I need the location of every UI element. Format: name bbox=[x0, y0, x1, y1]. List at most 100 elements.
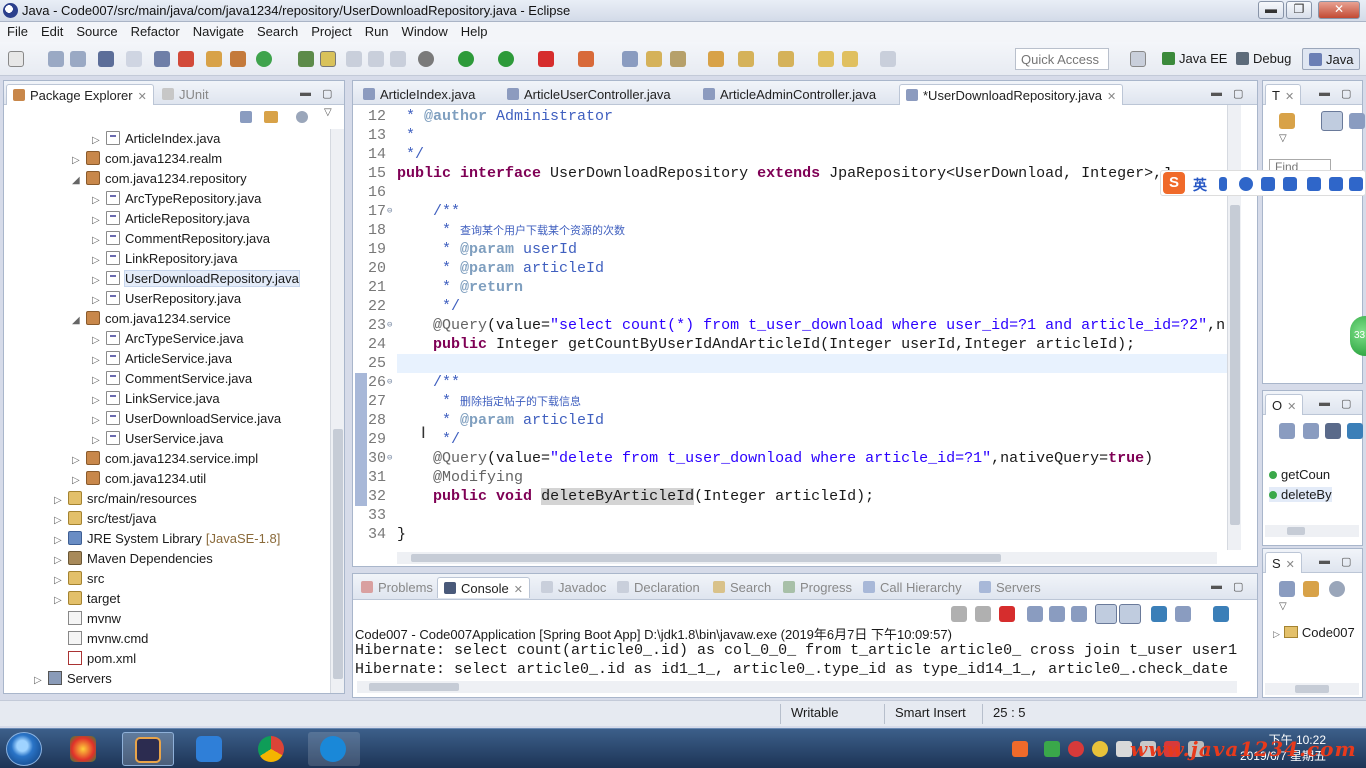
tray-icon-3[interactable] bbox=[1068, 741, 1084, 757]
expand-arrow-icon[interactable]: ▷ bbox=[54, 531, 68, 551]
view-dropdown-icon[interactable]: ▽ bbox=[324, 107, 332, 118]
web-browser-icon[interactable] bbox=[178, 51, 194, 67]
tab-problems[interactable]: Problems bbox=[355, 577, 439, 598]
hide-nonpublic-icon[interactable] bbox=[1347, 423, 1363, 439]
tab-declaration[interactable]: Declaration bbox=[611, 577, 706, 598]
outline-item[interactable]: deleteBy bbox=[1269, 487, 1332, 502]
tray-icon-4[interactable] bbox=[1092, 741, 1108, 757]
expand-arrow-icon[interactable]: ▷ bbox=[92, 231, 106, 251]
tree-item[interactable]: ▷ com.java1234.util bbox=[72, 469, 206, 489]
expand-arrow-icon[interactable]: ▷ bbox=[72, 151, 86, 171]
expand-arrow-icon[interactable]: ▷ bbox=[92, 131, 106, 151]
tab-javadoc[interactable]: Javadoc bbox=[535, 577, 612, 598]
skip-breakpoints-icon[interactable] bbox=[126, 51, 142, 67]
new-task-icon[interactable] bbox=[1279, 113, 1295, 129]
expand-arrow-icon[interactable]: ▷ bbox=[54, 551, 68, 571]
tree-item[interactable]: ▷ com.java1234.realm bbox=[72, 149, 222, 169]
tree-item[interactable]: ▷ target bbox=[54, 589, 120, 609]
sort-icon[interactable] bbox=[1325, 423, 1341, 439]
security-tray-icon[interactable] bbox=[1044, 741, 1060, 757]
close-button[interactable]: ✕ bbox=[1318, 1, 1360, 19]
scroll-lock-icon[interactable] bbox=[1049, 606, 1065, 622]
tree-item[interactable]: ▷ UserDownloadRepository.java bbox=[92, 269, 300, 291]
perspective-java-ee[interactable]: Java EE bbox=[1156, 48, 1233, 70]
settings-gear-icon[interactable] bbox=[418, 51, 434, 67]
microphone-icon[interactable] bbox=[1261, 177, 1275, 191]
tree-item[interactable]: ▷ ArticleService.java bbox=[92, 349, 232, 369]
open-perspective-icon[interactable] bbox=[1130, 51, 1146, 67]
servers-tree-item[interactable]: ▷ Code007 bbox=[1273, 625, 1355, 640]
close-tab-icon[interactable]: ✕ bbox=[1287, 401, 1296, 413]
tree-item[interactable]: ▷ ArcTypeRepository.java bbox=[92, 189, 261, 209]
expand-arrow-icon[interactable]: ◢ bbox=[72, 311, 86, 331]
prev-annotation-icon[interactable] bbox=[778, 51, 794, 67]
view-menu-icon[interactable] bbox=[1329, 581, 1345, 597]
expand-arrow-icon[interactable]: ▷ bbox=[92, 251, 106, 271]
tree-item[interactable]: ▷ CommentRepository.java bbox=[92, 229, 270, 249]
taskbar-chrome[interactable] bbox=[246, 732, 298, 766]
tab-junit[interactable]: JUnit bbox=[156, 84, 215, 105]
outline-hscroll-thumb[interactable] bbox=[1287, 527, 1305, 535]
open-console-icon[interactable] bbox=[1213, 606, 1229, 622]
back-icon[interactable] bbox=[842, 51, 858, 67]
emoji-icon[interactable] bbox=[1239, 177, 1253, 191]
last-edit-icon[interactable] bbox=[818, 51, 834, 67]
tab-console[interactable]: Console ✕ bbox=[437, 577, 530, 598]
minimize-view-icon[interactable]: ▬ bbox=[1319, 397, 1330, 409]
paragraph-icon[interactable] bbox=[390, 51, 406, 67]
tree-item[interactable]: ▷ Servers bbox=[34, 669, 112, 689]
fold-toggle-icon[interactable]: ⊖ bbox=[387, 373, 392, 392]
expand-arrow-icon[interactable]: ▷ bbox=[92, 411, 106, 431]
expand-arrow-icon[interactable]: ▷ bbox=[1273, 629, 1280, 639]
servers-hscroll[interactable] bbox=[1265, 683, 1359, 695]
jar-icon[interactable] bbox=[230, 51, 246, 67]
quick-access-input[interactable] bbox=[1015, 48, 1109, 70]
tree-item[interactable]: ▷ LinkService.java bbox=[92, 389, 220, 409]
tab-article-user-controller[interactable]: ArticleUserController.java bbox=[501, 84, 677, 105]
tree-item[interactable]: ◢ com.java1234.repository bbox=[72, 169, 247, 189]
expand-arrow-icon[interactable]: ▷ bbox=[92, 331, 106, 351]
tab-servers-right[interactable]: S ✕ bbox=[1265, 552, 1302, 573]
minimize-editor-icon[interactable]: ▬ bbox=[1211, 87, 1222, 99]
maximize-view-icon[interactable]: ▢ bbox=[322, 87, 332, 100]
link-editor-icon[interactable] bbox=[264, 111, 278, 123]
tree-item[interactable]: ▷ UserRepository.java bbox=[92, 289, 241, 309]
tree-item[interactable]: ▷ src/test/java bbox=[54, 509, 156, 529]
run-icon[interactable] bbox=[458, 51, 474, 67]
editor-hscroll-thumb[interactable] bbox=[411, 554, 1001, 562]
tab-servers[interactable]: Servers bbox=[973, 577, 1047, 598]
toggle-view-icon[interactable] bbox=[154, 51, 170, 67]
stop-icon[interactable] bbox=[538, 51, 554, 67]
perspective-debug[interactable]: Debug bbox=[1230, 48, 1297, 70]
tree-item[interactable]: ▷ JRE System Library [JavaSE-1.8] bbox=[54, 529, 280, 549]
menu-refactor[interactable]: Refactor bbox=[124, 22, 186, 39]
fold-toggle-icon[interactable]: ⊖ bbox=[387, 202, 392, 221]
status-insert-mode[interactable]: Smart Insert bbox=[895, 705, 966, 720]
user-icon[interactable] bbox=[1307, 177, 1321, 191]
expand-arrow-icon[interactable]: ▷ bbox=[34, 671, 48, 691]
word-wrap-icon[interactable] bbox=[1071, 606, 1087, 622]
close-tab-icon[interactable]: ✕ bbox=[1285, 91, 1294, 103]
editor-vscroll-thumb[interactable] bbox=[1230, 205, 1240, 525]
tree-item[interactable]: ▷ com.java1234.service.impl bbox=[72, 449, 258, 469]
open-type-icon[interactable] bbox=[622, 51, 638, 67]
minimize-console-icon[interactable]: ▬ bbox=[1211, 580, 1222, 592]
collapse-icon[interactable] bbox=[1349, 113, 1365, 129]
view-dropdown-icon[interactable]: ▽ bbox=[1279, 133, 1287, 144]
servers-hscroll-thumb[interactable] bbox=[1295, 685, 1329, 693]
taskbar-app-5[interactable] bbox=[308, 732, 360, 766]
tree-item[interactable]: ▷ ArticleRepository.java bbox=[92, 209, 250, 229]
close-tab-icon[interactable]: ✕ bbox=[138, 91, 147, 103]
expand-arrow-icon[interactable]: ▷ bbox=[72, 471, 86, 491]
tree-item[interactable]: ▷ Maven Dependencies bbox=[54, 549, 213, 569]
expand-arrow-icon[interactable]: ▷ bbox=[54, 571, 68, 591]
expand-arrow-icon[interactable]: ▷ bbox=[92, 211, 106, 231]
tab-progress[interactable]: Progress bbox=[777, 577, 858, 598]
keyboard-icon[interactable] bbox=[1283, 177, 1297, 191]
expand-arrow-icon[interactable]: ▷ bbox=[92, 351, 106, 371]
tree-item[interactable]: ▷ ArticleIndex.java bbox=[92, 129, 220, 149]
expand-arrow-icon[interactable]: ▷ bbox=[92, 271, 106, 291]
clear-console-icon[interactable] bbox=[1027, 606, 1043, 622]
menu-source[interactable]: Source bbox=[69, 22, 123, 39]
expand-arrow-icon[interactable]: ▷ bbox=[92, 291, 106, 311]
